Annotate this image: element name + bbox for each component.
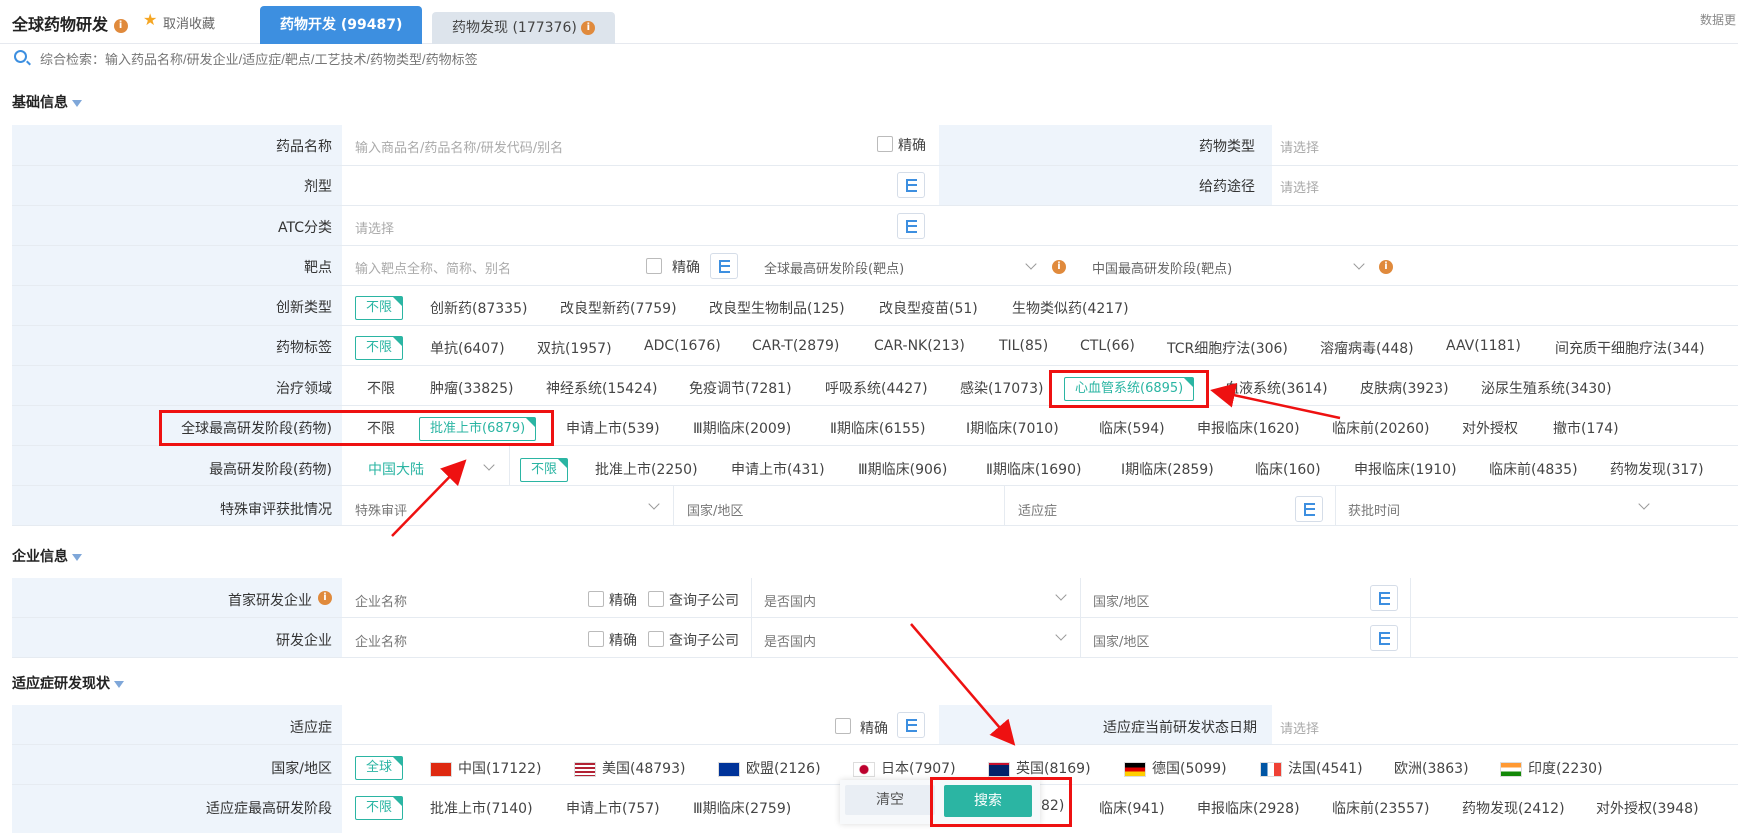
annotation-arrows [391, 383, 1341, 746]
